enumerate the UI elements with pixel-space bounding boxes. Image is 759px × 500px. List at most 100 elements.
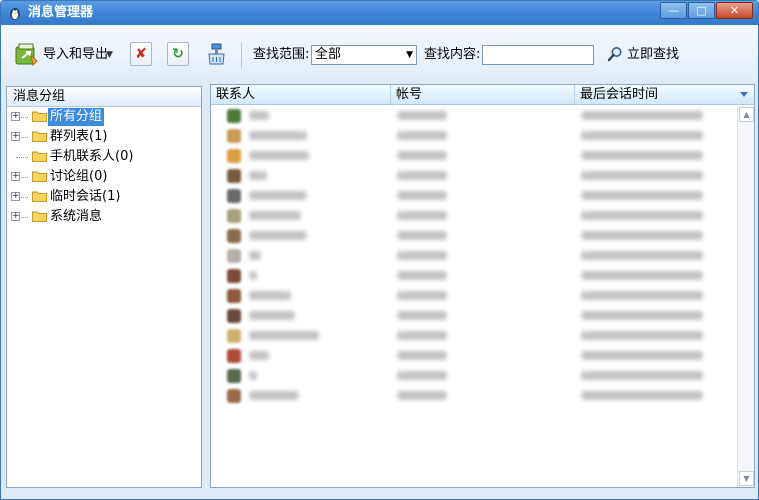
table-row[interactable] xyxy=(211,286,737,306)
search-now-button[interactable]: 立即查找 xyxy=(605,44,681,66)
search-range-value: 全部 xyxy=(315,47,342,62)
folder-icon xyxy=(32,131,47,142)
avatar xyxy=(227,209,241,223)
table-row[interactable] xyxy=(211,326,737,346)
column-header-account[interactable]: 帐号 xyxy=(391,85,575,105)
folder-icon xyxy=(32,171,47,182)
blurred-cell xyxy=(581,211,703,220)
expand-icon[interactable]: + xyxy=(11,132,20,141)
blurred-cell xyxy=(249,391,299,400)
avatar xyxy=(227,149,241,163)
tree-item-label: 临时会话(1) xyxy=(50,189,121,204)
tree-item-temp-sessions[interactable]: + 临时会话(1) xyxy=(7,187,201,207)
import-export-icon xyxy=(15,43,38,67)
tree-item-discussion-groups[interactable]: + 讨论组(0) xyxy=(7,167,201,187)
folder-icon xyxy=(32,151,47,162)
import-export-label: 导入和导出 xyxy=(43,47,109,62)
refresh-button[interactable]: ↻ xyxy=(167,42,189,66)
column-header-last-session-time[interactable]: 最后会话时间 xyxy=(575,85,754,105)
blurred-cell xyxy=(249,211,301,220)
blurred-cell xyxy=(397,131,447,140)
group-tree-header: 消息分组 xyxy=(7,87,201,107)
tree-item-mobile-contacts[interactable]: 手机联系人(0) xyxy=(7,147,201,167)
tree-connector xyxy=(16,157,28,158)
avatar xyxy=(227,389,241,403)
tree-item-group-list[interactable]: + 群列表(1) xyxy=(7,127,201,147)
table-row[interactable] xyxy=(211,146,737,166)
blurred-cell xyxy=(397,111,447,120)
blurred-cell xyxy=(581,251,703,260)
blurred-cell xyxy=(397,351,447,360)
blurred-cell xyxy=(249,251,261,260)
expand-icon[interactable]: + xyxy=(11,112,20,121)
table-row[interactable] xyxy=(211,306,737,326)
blurred-cell xyxy=(581,151,703,160)
search-range-select[interactable]: 全部 ▼ xyxy=(311,45,417,65)
table-row[interactable] xyxy=(211,386,737,406)
maximize-button[interactable]: □ xyxy=(688,2,715,19)
avatar xyxy=(227,309,241,323)
table-row[interactable] xyxy=(211,166,737,186)
blurred-cell xyxy=(581,191,703,200)
table-row[interactable] xyxy=(211,186,737,206)
blurred-cell xyxy=(397,251,447,260)
blurred-cell xyxy=(249,311,295,320)
blurred-cell xyxy=(249,331,319,340)
group-tree-title: 消息分组 xyxy=(13,89,66,104)
search-icon xyxy=(607,47,622,62)
blurred-cell xyxy=(249,371,257,380)
avatar xyxy=(227,369,241,383)
cleanup-button[interactable] xyxy=(205,42,229,66)
tree-item-label: 系统消息 xyxy=(50,209,103,224)
blurred-cell xyxy=(249,171,267,180)
blurred-cell xyxy=(581,231,703,240)
tree-item-label: 群列表(1) xyxy=(50,129,108,144)
scroll-up-icon[interactable]: ▲ xyxy=(739,107,754,122)
blurred-cell xyxy=(581,271,703,280)
scroll-down-icon[interactable]: ▼ xyxy=(739,471,754,486)
expand-icon[interactable]: + xyxy=(11,192,20,201)
blurred-cell xyxy=(249,351,269,360)
sort-descending-icon[interactable] xyxy=(740,92,748,97)
table-row[interactable] xyxy=(211,346,737,366)
search-now-label: 立即查找 xyxy=(627,47,680,62)
avatar xyxy=(227,109,241,123)
avatar xyxy=(227,349,241,363)
blurred-cell xyxy=(249,111,269,120)
blurred-cell xyxy=(581,371,703,380)
table-row[interactable] xyxy=(211,366,737,386)
blurred-cell xyxy=(581,111,703,120)
tree-item-all-groups[interactable]: + 所有分组 xyxy=(7,107,201,127)
blurred-cell xyxy=(397,311,447,320)
table-row[interactable] xyxy=(211,206,737,226)
table-row[interactable] xyxy=(211,246,737,266)
table-row[interactable] xyxy=(211,126,737,146)
blurred-cell xyxy=(397,391,447,400)
message-list-header: 联系人 帐号 最后会话时间 xyxy=(211,85,754,105)
chevron-down-icon: ▼ xyxy=(106,50,113,60)
vertical-scrollbar[interactable]: ▲ ▼ xyxy=(737,106,754,487)
title-bar[interactable]: 消息管理器 — □ ✕ xyxy=(1,1,758,25)
expand-icon[interactable]: + xyxy=(11,212,20,221)
dropdown-arrow-icon[interactable]: ▼ xyxy=(406,49,413,61)
blurred-cell xyxy=(397,211,447,220)
search-content-label: 查找内容: xyxy=(424,47,481,62)
close-button[interactable]: ✕ xyxy=(716,2,753,19)
message-list-panel: 联系人 帐号 最后会话时间 ▲ ▼ xyxy=(210,84,755,488)
blurred-cell xyxy=(581,391,703,400)
column-header-contact[interactable]: 联系人 xyxy=(211,85,391,105)
avatar xyxy=(227,329,241,343)
expand-icon[interactable]: + xyxy=(11,172,20,181)
penguin-icon xyxy=(10,8,20,20)
delete-button[interactable]: ✘ xyxy=(130,42,152,66)
table-row[interactable] xyxy=(211,106,737,126)
table-row[interactable] xyxy=(211,226,737,246)
search-range-label: 查找范围: xyxy=(253,47,310,62)
tree-item-system-messages[interactable]: + 系统消息 xyxy=(7,207,201,227)
folder-icon xyxy=(32,111,47,122)
minimize-button[interactable]: — xyxy=(660,2,687,19)
search-content-input[interactable] xyxy=(482,45,594,65)
toolbar-divider xyxy=(241,42,242,68)
message-manager-window: 消息管理器 — □ ✕ 导入和导出 ▼ ✘ ↻ 查找范围: 全部 ▼ 查找内容:… xyxy=(0,0,759,500)
table-row[interactable] xyxy=(211,266,737,286)
